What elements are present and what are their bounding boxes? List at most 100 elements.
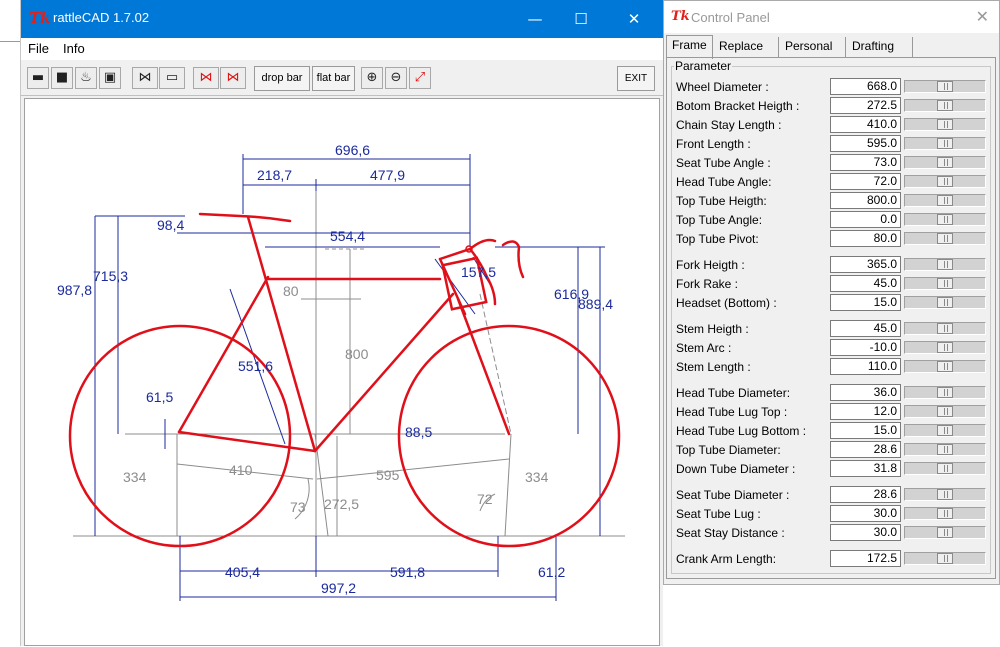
open-folder-icon[interactable]: ▬ [27, 67, 49, 89]
parameter-value-field[interactable]: -10.0 [830, 339, 901, 356]
slider-thumb[interactable] [937, 157, 953, 168]
parameter-slider[interactable] [904, 277, 986, 290]
parameter-slider[interactable] [904, 194, 986, 207]
parameter-value-field[interactable]: 595.0 [830, 135, 901, 152]
drawing-canvas[interactable]: 696,6 218,7 477,9 98,4 554,4 987,8 715,3… [24, 98, 660, 646]
parameter-value-field[interactable]: 365.0 [830, 256, 901, 273]
slider-thumb[interactable] [937, 553, 953, 564]
bike-right-icon[interactable]: ⋈ [220, 67, 246, 89]
parameter-slider[interactable] [904, 443, 986, 456]
parameter-slider[interactable] [904, 213, 986, 226]
slider-thumb[interactable] [937, 233, 953, 244]
parameter-value-field[interactable]: 73.0 [830, 154, 901, 171]
slider-thumb[interactable] [937, 297, 953, 308]
control-panel-close-button[interactable]: ✕ [976, 7, 989, 26]
slider-thumb[interactable] [937, 259, 953, 270]
parameter-slider[interactable] [904, 552, 986, 565]
parameter-value-field[interactable]: 30.0 [830, 524, 901, 541]
slider-thumb[interactable] [937, 508, 953, 519]
parameter-slider[interactable] [904, 137, 986, 150]
zoom-out-icon[interactable]: ⊖ [385, 67, 407, 89]
minimize-button[interactable]: — [512, 0, 558, 38]
slider-thumb[interactable] [937, 463, 953, 474]
slider-thumb[interactable] [937, 323, 953, 334]
maximize-button[interactable]: ☐ [558, 0, 604, 38]
exit-button[interactable]: EXIT [617, 66, 655, 91]
tab-personal[interactable]: Personal [780, 37, 846, 57]
parameter-slider[interactable] [904, 322, 986, 335]
parameter-slider[interactable] [904, 462, 986, 475]
slider-thumb[interactable] [937, 387, 953, 398]
slider-thumb[interactable] [937, 425, 953, 436]
parameter-slider[interactable] [904, 99, 986, 112]
zoom-fit-icon[interactable]: ⤢ [409, 67, 431, 89]
parameter-value-field[interactable]: 0.0 [830, 211, 901, 228]
bike-left-icon[interactable]: ⋈ [193, 67, 219, 89]
parameter-slider[interactable] [904, 156, 986, 169]
parameter-slider[interactable] [904, 175, 986, 188]
slider-thumb[interactable] [937, 138, 953, 149]
parameter-value-field[interactable]: 28.6 [830, 441, 901, 458]
slider-thumb[interactable] [937, 527, 953, 538]
flat-bar-button[interactable]: flat bar [312, 66, 355, 91]
slider-thumb[interactable] [937, 176, 953, 187]
parameter-value-field[interactable]: 172.5 [830, 550, 901, 567]
parameter-value-field[interactable]: 15.0 [830, 294, 901, 311]
slider-thumb[interactable] [937, 361, 953, 372]
slider-thumb[interactable] [937, 214, 953, 225]
parameter-slider[interactable] [904, 296, 986, 309]
parameter-slider[interactable] [904, 386, 986, 399]
tab-drafting[interactable]: Drafting [847, 37, 913, 57]
parameter-value-field[interactable]: 28.6 [830, 486, 901, 503]
slider-thumb[interactable] [937, 100, 953, 111]
parameter-value-field[interactable]: 31.8 [830, 460, 901, 477]
menu-info[interactable]: Info [63, 41, 85, 56]
parameter-slider[interactable] [904, 488, 986, 501]
parameter-value-field[interactable]: 668.0 [830, 78, 901, 95]
tab-replace[interactable]: Replace [714, 37, 779, 57]
slider-thumb[interactable] [937, 278, 953, 289]
parameter-value-field[interactable]: 272.5 [830, 97, 901, 114]
parameter-value-field[interactable]: 800.0 [830, 192, 901, 209]
parameter-slider[interactable] [904, 341, 986, 354]
parameter-slider[interactable] [904, 232, 986, 245]
parameter-slider[interactable] [904, 80, 986, 93]
main-titlebar[interactable]: Tk rattleCAD 1.7.02 — ☐ ✕ [21, 0, 664, 38]
parameter-value-field[interactable]: 15.0 [830, 422, 901, 439]
bike-geometry-drawing[interactable]: 696,6 218,7 477,9 98,4 554,4 987,8 715,3… [25, 99, 661, 647]
parameter-slider[interactable] [904, 258, 986, 271]
parameter-slider[interactable] [904, 507, 986, 520]
close-button[interactable]: ✕ [611, 0, 657, 38]
control-panel-titlebar[interactable]: Tk Control Panel ✕ [664, 1, 999, 33]
menu-file[interactable]: File [28, 41, 49, 56]
parameter-value-field[interactable]: 36.0 [830, 384, 901, 401]
export-icon[interactable]: ▣ [99, 67, 121, 89]
drawing-sheet-icon[interactable]: ▭ [159, 67, 185, 89]
save-icon[interactable]: ■ [51, 67, 73, 89]
slider-thumb[interactable] [937, 406, 953, 417]
frame-geometry-icon[interactable]: ⋈ [132, 67, 158, 89]
parameter-value-field[interactable]: 410.0 [830, 116, 901, 133]
parameter-value-field[interactable]: 80.0 [830, 230, 901, 247]
slider-thumb[interactable] [937, 342, 953, 353]
slider-thumb[interactable] [937, 489, 953, 500]
parameter-value-field[interactable]: 45.0 [830, 320, 901, 337]
parameter-slider[interactable] [904, 405, 986, 418]
parameter-value-field[interactable]: 110.0 [830, 358, 901, 375]
parameter-value-field[interactable]: 45.0 [830, 275, 901, 292]
parameter-value-field[interactable]: 30.0 [830, 505, 901, 522]
parameter-slider[interactable] [904, 118, 986, 131]
parameter-slider[interactable] [904, 526, 986, 539]
slider-thumb[interactable] [937, 119, 953, 130]
slider-thumb[interactable] [937, 444, 953, 455]
parameter-slider[interactable] [904, 424, 986, 437]
parameter-value-field[interactable]: 12.0 [830, 403, 901, 420]
print-icon[interactable]: ♨ [75, 67, 97, 89]
slider-thumb[interactable] [937, 81, 953, 92]
drop-bar-button[interactable]: drop bar [254, 66, 310, 91]
zoom-in-icon[interactable]: ⊕ [361, 67, 383, 89]
parameter-slider[interactable] [904, 360, 986, 373]
tab-frame[interactable]: Frame [666, 35, 713, 59]
slider-thumb[interactable] [937, 195, 953, 206]
parameter-value-field[interactable]: 72.0 [830, 173, 901, 190]
